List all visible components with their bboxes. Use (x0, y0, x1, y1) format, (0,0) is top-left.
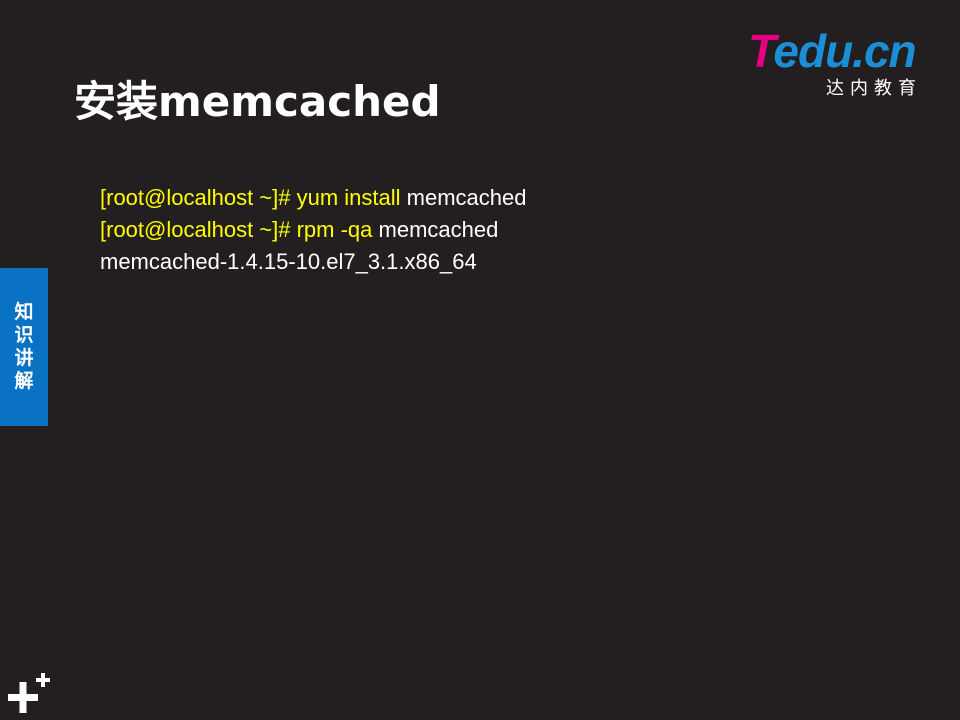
terminal-line: [root@localhost ~]# yum install memcache… (100, 182, 526, 214)
tedu-logo: Tedu.cn 达内教育 (748, 25, 938, 99)
logo-domain: edu.cn (773, 25, 916, 77)
side-tab-label: 知识讲解 (14, 301, 34, 392)
shell-argument: memcached (372, 217, 499, 242)
shell-argument: memcached (400, 185, 527, 210)
terminal-line: memcached-1.4.15-10.el7_3.1.x86_64 (100, 246, 526, 278)
shell-command: rpm -qa (296, 217, 373, 242)
logo-wordmark: Tedu.cn (748, 25, 917, 77)
shell-prompt: [root@localhost ~]# (100, 217, 297, 242)
shell-prompt: [root@localhost ~]# (100, 185, 297, 210)
shell-output: memcached-1.4.15-10.el7_3.1.x86_64 (100, 249, 477, 274)
terminal-line: [root@localhost ~]# rpm -qa memcached (100, 214, 526, 246)
logo-subtitle: 达内教育 (826, 78, 922, 99)
terminal-output: [root@localhost ~]# yum install memcache… (100, 182, 526, 278)
plus-icon (8, 673, 50, 713)
slide: 安装memcached Tedu.cn 达内教育 知识讲解 [root@loca… (0, 0, 960, 720)
logo-letter-t: T (748, 25, 774, 77)
shell-command: yum install (296, 185, 401, 210)
side-tab-knowledge: 知识讲解 (0, 268, 48, 426)
slide-title: 安装memcached (74, 77, 441, 126)
